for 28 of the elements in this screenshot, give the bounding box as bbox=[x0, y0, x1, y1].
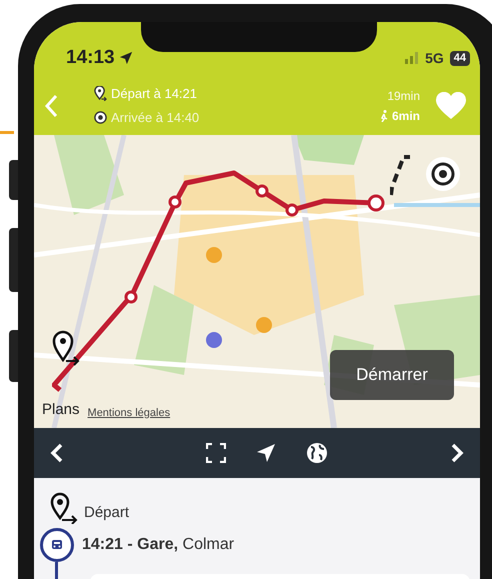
location-arrow-icon bbox=[118, 51, 133, 65]
accent-mark bbox=[0, 131, 14, 134]
stop-name: 14:21 - Gare, Colmar bbox=[82, 535, 234, 555]
departure-label: Départ bbox=[84, 502, 130, 522]
navigation-arrow-icon[interactable] bbox=[256, 443, 276, 463]
status-time: 14:13 bbox=[66, 46, 115, 70]
globe-icon[interactable] bbox=[306, 442, 328, 464]
previous-icon[interactable] bbox=[50, 443, 64, 463]
maps-attribution: Plans bbox=[42, 400, 80, 420]
network-label: 5G bbox=[425, 48, 444, 68]
pin-icon bbox=[50, 492, 80, 524]
pin-icon bbox=[94, 86, 107, 102]
departure-time: Départ à 14:21 bbox=[111, 85, 198, 103]
target-icon bbox=[431, 162, 455, 186]
fullscreen-icon[interactable] bbox=[206, 443, 226, 463]
bus-icon bbox=[51, 539, 63, 551]
arrival-time: Arrivée à 14:40 bbox=[111, 108, 200, 126]
start-pin-icon bbox=[52, 330, 82, 366]
duration: 19min bbox=[387, 88, 420, 104]
next-icon[interactable] bbox=[450, 443, 464, 463]
walking-path-icon bbox=[390, 155, 412, 197]
signal-icon bbox=[405, 52, 420, 64]
start-button[interactable]: Démarrer bbox=[330, 350, 454, 400]
walk-duration: 6min bbox=[392, 108, 420, 124]
target-icon bbox=[94, 110, 107, 124]
legal-link[interactable]: Mentions légales bbox=[88, 405, 170, 422]
walking-icon bbox=[380, 110, 388, 122]
battery-icon: 44 bbox=[450, 50, 470, 66]
